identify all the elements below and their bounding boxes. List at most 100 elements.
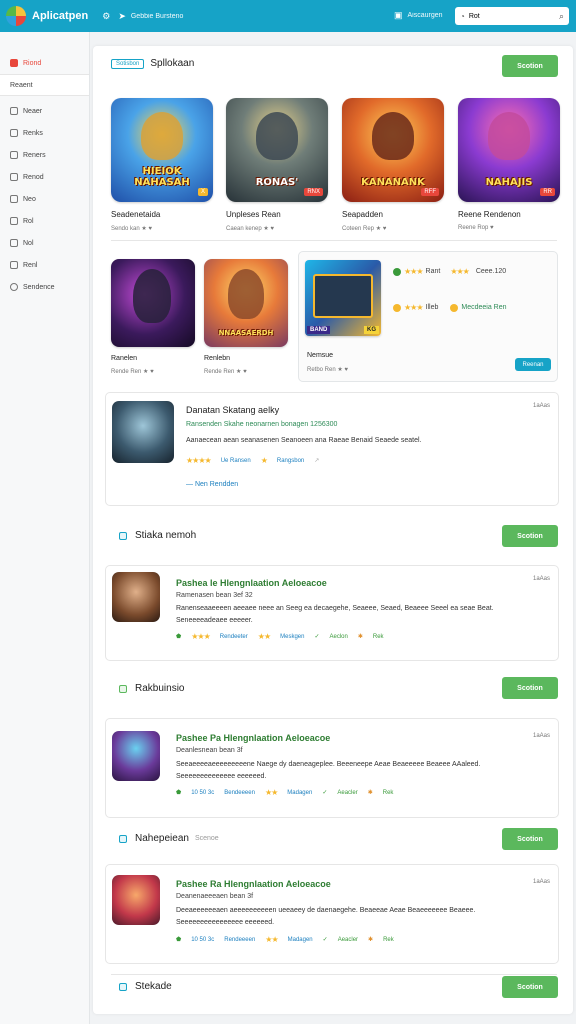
game-art-text: NAHAJIS: [485, 177, 533, 188]
send-icon[interactable]: ➤: [118, 11, 126, 22]
card-button[interactable]: Reenan: [515, 358, 551, 371]
review-subtitle: Deanlesnean bean 3f: [176, 747, 243, 754]
review-card[interactable]: Pashee Pa Hlengnlaation Aeloeacoe Deanle…: [105, 718, 559, 818]
featured-card[interactable]: BAND KG Nemsue Retbo Ren ★ ♥ ★★★ Rant ★★…: [298, 251, 558, 382]
sidebar-item-nol[interactable]: Nol: [0, 232, 89, 254]
more-link[interactable]: — Nen Rendden: [186, 481, 238, 488]
search-icon[interactable]: ⌕: [559, 11, 564, 22]
review-body: Ranenseaaeeeen aeeaee neee an Seeg ea de…: [176, 605, 494, 612]
review-card[interactable]: Danatan Skatang aelky Ransenden Skahe ne…: [105, 392, 559, 506]
review-card[interactable]: Pashee Ra Hlengnlaation Aeloeacoe Deanen…: [105, 864, 559, 964]
featured-art[interactable]: BAND KG: [305, 260, 381, 336]
stars-icon: ★★★: [404, 303, 423, 312]
section-3-button[interactable]: Scotion: [502, 525, 558, 547]
review-card[interactable]: Pashea le Hlengnlaation Aeloeacoe Ramena…: [105, 565, 559, 661]
sidebar-item-ranks[interactable]: Renks: [0, 122, 89, 144]
review-stat: 10 50 3c: [191, 936, 215, 943]
sidebar-item-reners[interactable]: Reners: [0, 144, 89, 166]
settings-icon[interactable]: ⚙: [102, 11, 110, 22]
character-figure: [372, 112, 414, 160]
sidebar-item-mail[interactable]: Neaer: [0, 100, 89, 122]
review-stats: ⬟ 10 50 3c Rendeeeen ★★ Madagen ✓ Aeacle…: [176, 935, 404, 944]
sidebar-item-label: Rol: [23, 217, 34, 225]
sidebar-item-home[interactable]: Riond: [0, 52, 89, 74]
check-icon: ✓: [314, 634, 320, 640]
game-tile[interactable]: Ranelen Rende Ren ★ ♥: [111, 259, 195, 375]
stars-icon: ★★★: [404, 267, 423, 276]
game-tile[interactable]: HIEIOK NAHASAH X Seadenetaida Sendo kan …: [111, 98, 213, 232]
sidebar: Riond Reaent Neaer Renks Reners Renod Ne…: [0, 32, 90, 1024]
badge-icon: ⬟: [176, 937, 182, 943]
search-prefix-icon: ◔: [460, 11, 465, 21]
game-art[interactable]: [111, 259, 195, 347]
review-stat: 10 50 3c: [191, 789, 215, 796]
game-tile[interactable]: KANANANK RFF Seapadden Coteen Rep ★ ♥: [342, 98, 444, 232]
card-title: Nemsue: [307, 352, 334, 359]
stars-icon: ★★★: [191, 632, 210, 641]
section-1-button[interactable]: Scotion: [502, 55, 558, 77]
game-art[interactable]: HIEIOK NAHASAH X: [111, 98, 213, 202]
game-art[interactable]: NNAASAERDH: [204, 259, 288, 347]
game-title: Renlebn: [204, 355, 231, 362]
game-screen: [313, 274, 373, 318]
game-title: Seapadden: [342, 210, 383, 219]
game-badge: RR: [540, 188, 555, 196]
sidebar-item-renl[interactable]: Renl: [0, 254, 89, 276]
review-body-2: Seneeeeadeaee eeeeer.: [176, 617, 253, 624]
sidebar-item-neo[interactable]: Neo: [0, 188, 89, 210]
review-body: Aanaecean aean seanasenen Seanoeen ana R…: [186, 437, 422, 444]
section-4-button[interactable]: Scotion: [502, 677, 558, 699]
sidebar-item-label: Riond: [23, 59, 42, 67]
section-title: Rakbuinsio: [135, 683, 185, 694]
avatar: [112, 875, 160, 925]
review-stat: Rek: [372, 633, 384, 640]
nav-label[interactable]: Gebbie Bursteno: [131, 13, 184, 20]
review-stat: Madagen: [287, 936, 313, 943]
game-meta: Reene Rop ♥: [458, 225, 494, 231]
sidebar-item-settings[interactable]: Sendence: [0, 276, 89, 298]
review-title: Danatan Skatang aelky: [186, 405, 280, 415]
game-badge: X: [197, 188, 208, 196]
game-art[interactable]: KANANANK RFF: [342, 98, 444, 202]
review-body-2: Seeeeeeeeeeeeee eeeeeed.: [176, 773, 267, 780]
box-icon: [10, 239, 18, 247]
game-art[interactable]: RONAS' RNX: [226, 98, 328, 202]
sidebar-item-renod[interactable]: Renod: [0, 166, 89, 188]
review-stat: Aeacler: [337, 936, 359, 943]
game-title: Reene Rendenon: [458, 210, 521, 219]
account-area[interactable]: ▣ Aiscaurgen: [394, 10, 443, 21]
game-art[interactable]: NAHAJIS RR: [458, 98, 560, 202]
game-art-text: HIEIOK NAHASAH: [134, 166, 190, 188]
badge-icon: ⬟: [176, 634, 182, 640]
gear-icon: [10, 283, 18, 291]
section-5-button[interactable]: Scotion: [502, 828, 558, 850]
section-icon: [119, 684, 127, 693]
review-body: Deeaeeeeeeaen aeeeeeeeeeen ueeaeey de da…: [176, 907, 476, 914]
share-icon[interactable]: ↗: [314, 457, 319, 464]
section-title: Stiaka nemoh: [135, 530, 197, 541]
sidebar-item-rol[interactable]: Rol: [0, 210, 89, 232]
sidebar-item-recent[interactable]: Reaent: [0, 74, 89, 96]
review-title: Pashee Ra Hlengnlaation Aeloeacoe: [176, 879, 331, 889]
box-icon: [10, 217, 18, 225]
avatar: [112, 731, 160, 781]
stars-icon: ★★: [265, 935, 278, 944]
character-figure: [228, 269, 264, 319]
search-input[interactable]: [468, 12, 559, 20]
game-tile[interactable]: NAHAJIS RR Reene Rendenon Reene Rop ♥: [458, 98, 560, 231]
section-header-5: Nahepeiean Scenoe: [119, 833, 219, 844]
section-6-button[interactable]: Scotion: [502, 976, 558, 998]
stars-icon: ★★★★: [186, 456, 212, 465]
review-stat: Rek: [383, 936, 394, 943]
game-tile[interactable]: RONAS' RNX Unpleses Rean Caean kenep ★ ♥: [226, 98, 328, 232]
search-box[interactable]: ◔ ⌕: [455, 7, 569, 25]
avatar: [112, 401, 174, 463]
character-figure: [488, 112, 530, 160]
game-badge: RNX: [304, 188, 323, 196]
account-label[interactable]: Aiscaurgen: [408, 12, 443, 19]
sidebar-item-label: Renod: [23, 173, 44, 181]
person-icon: ✱: [368, 937, 374, 943]
section-tag[interactable]: Sotisbon: [111, 58, 145, 69]
game-tile[interactable]: NNAASAERDH Renlebn Rende Ren ★ ♥: [204, 259, 288, 375]
app-brand: Aplicatpen: [32, 10, 89, 22]
